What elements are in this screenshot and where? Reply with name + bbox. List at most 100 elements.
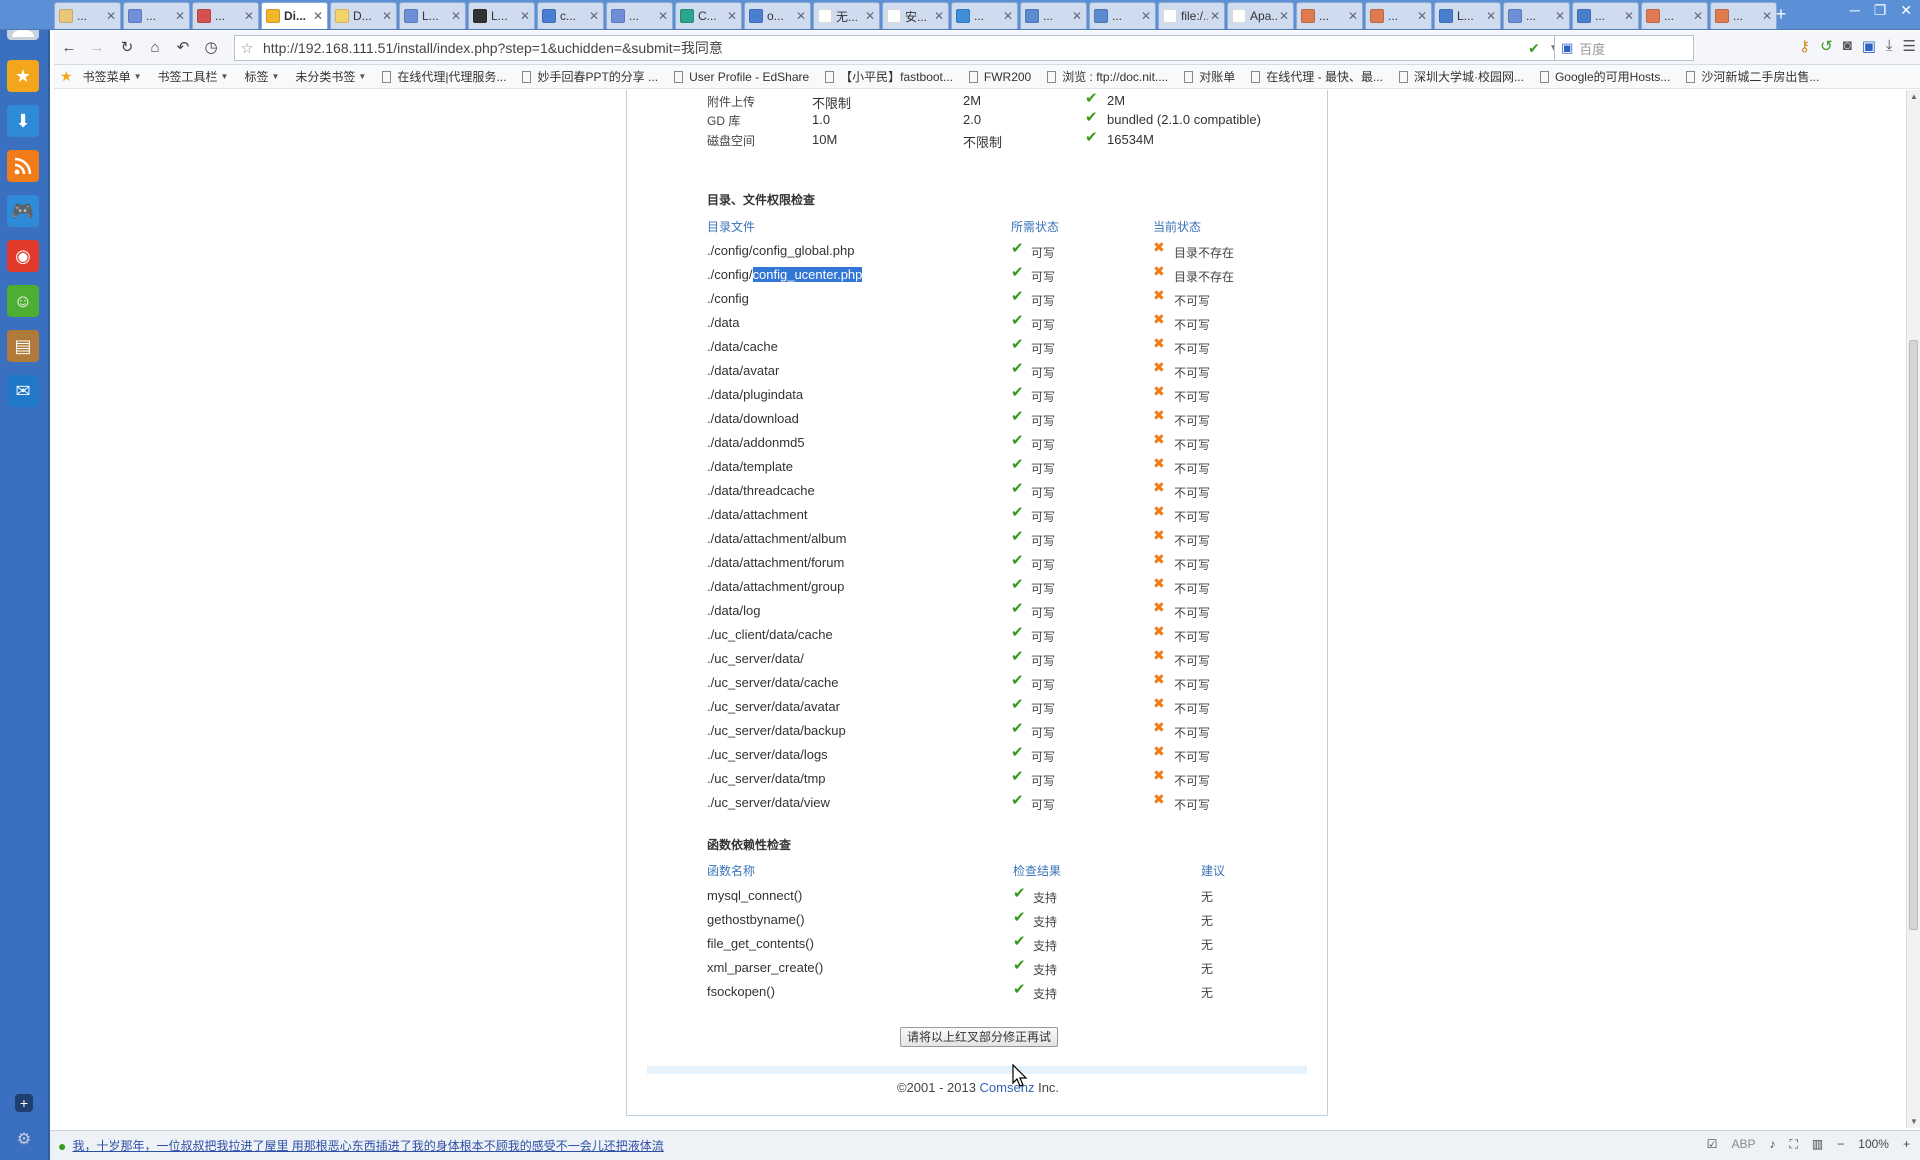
tab[interactable]: L... ✕ [1434, 2, 1501, 29]
scroll-up-icon[interactable]: ▲ [1910, 92, 1918, 101]
tab[interactable]: ... ✕ [54, 2, 121, 29]
tab-close-icon[interactable]: ✕ [589, 9, 599, 23]
menu-icon[interactable]: ☰ [1903, 37, 1916, 55]
tab[interactable]: ... ✕ [1296, 2, 1363, 29]
search-input[interactable]: ▣ 百度 [1554, 35, 1694, 61]
tab-close-icon[interactable]: ✕ [1348, 9, 1358, 23]
bookmark-item[interactable]: 对账单 [1184, 68, 1235, 85]
tab-close-icon[interactable]: ✕ [244, 9, 254, 23]
download-tool-icon[interactable]: ⤓ [1886, 37, 1893, 55]
bookmarks-star-icon[interactable]: ★ [60, 68, 73, 85]
retry-button[interactable]: 请将以上红叉部分修正再试 [900, 1027, 1058, 1047]
tab[interactable]: file:/...✕ [1158, 2, 1225, 29]
tab[interactable]: Apa...✕ [1227, 2, 1294, 29]
tab[interactable]: ... ✕ [1089, 2, 1156, 29]
bookmark-item[interactable]: 妙手回春PPT的分享 ... [522, 68, 658, 85]
tab-close-icon[interactable]: ✕ [1555, 9, 1565, 23]
tab-close-icon[interactable]: ✕ [1003, 9, 1013, 23]
tab-close-icon[interactable]: ✕ [520, 9, 530, 23]
back-icon[interactable]: ← [58, 37, 80, 59]
tab-close-icon[interactable]: ✕ [175, 9, 185, 23]
tab-close-icon[interactable]: ✕ [865, 9, 875, 23]
volume-icon[interactable]: ♪ [1770, 1137, 1776, 1152]
game-icon[interactable]: 🎮 [7, 195, 39, 227]
favorites-icon[interactable]: ★ [7, 60, 39, 92]
tab-close-icon[interactable]: ✕ [451, 9, 461, 23]
check-icon[interactable]: ☑ [1707, 1137, 1718, 1152]
bookmark-item[interactable]: 深圳大学城·校园网... [1398, 68, 1524, 85]
rss-icon[interactable] [7, 150, 39, 182]
minimize-icon[interactable]: ─ [1850, 2, 1860, 19]
bookmark-star-icon[interactable]: ☆ [235, 40, 259, 57]
bookmark-folder[interactable]: 书签工具栏 ▼ [158, 68, 229, 85]
tab[interactable]: o... ✕ [744, 2, 811, 29]
bookmark-item[interactable]: 沙河新城二手房出售... [1686, 68, 1819, 85]
tab-close-icon[interactable]: ✕ [1624, 9, 1634, 23]
tab[interactable]: c... ✕ [537, 2, 604, 29]
tab-close-icon[interactable]: ✕ [1417, 9, 1427, 23]
layout-icon[interactable]: ▥ [1812, 1137, 1823, 1152]
camera-icon[interactable]: ◙ [1843, 37, 1852, 55]
tab[interactable]: L... ✕ [399, 2, 466, 29]
news-ticker-link[interactable]: 我，十岁那年，一位叔叔把我拉进了屋里 用那根恶心东西插进了我的身体根本不顾我的感… [72, 1137, 663, 1154]
close-icon[interactable]: ✕ [1900, 2, 1912, 19]
tab[interactable]: ... ✕ [123, 2, 190, 29]
tab-close-icon[interactable]: ✕ [1072, 9, 1082, 23]
tab-close-icon[interactable]: ✕ [382, 9, 392, 23]
bookmark-folder[interactable]: 标签 ▼ [244, 68, 279, 85]
tab[interactable]: ... ✕ [1503, 2, 1570, 29]
bookmark-item[interactable]: 在线代理|代理服务... [382, 68, 506, 85]
tab[interactable]: D... ✕ [330, 2, 397, 29]
tab[interactable]: ... ✕ [606, 2, 673, 29]
tab[interactable]: ... ✕ [192, 2, 259, 29]
bookmark-folder[interactable]: 未分类书签 ▼ [295, 68, 366, 85]
tab[interactable]: ... ✕ [1641, 2, 1708, 29]
tab[interactable]: ... ✕ [1020, 2, 1087, 29]
mail-icon[interactable]: ✉ [7, 375, 39, 407]
tab[interactable]: ... ✕ [1710, 2, 1777, 29]
reload-icon[interactable]: ↻ [116, 37, 138, 59]
vertical-scrollbar[interactable]: ▲ ▼ [1906, 90, 1920, 1128]
history-icon[interactable]: ◷ [200, 37, 222, 59]
undo-icon[interactable]: ↶ [172, 37, 194, 59]
url-text[interactable]: http://192.168.111.51/install/index.php?… [259, 38, 1523, 58]
bookmark-item[interactable]: 浏览 : ftp://doc.nit.... [1047, 68, 1168, 85]
bookmark-item[interactable]: FWR200 [968, 70, 1031, 84]
settings-icon[interactable]: ⚙ [15, 1130, 33, 1148]
bookmark-item[interactable]: Google的可用Hosts... [1539, 68, 1670, 85]
weibo-icon[interactable]: ◉ [7, 240, 39, 272]
tab-close-icon[interactable]: ✕ [1279, 9, 1289, 23]
translate-icon[interactable]: ↺ [1820, 37, 1833, 55]
secure-icon[interactable]: ✔ [1523, 40, 1545, 57]
tab[interactable]: ... ✕ [1365, 2, 1432, 29]
tab-close-icon[interactable]: ✕ [1693, 9, 1703, 23]
new-tab-button[interactable]: + [1770, 4, 1792, 25]
bookmark-item[interactable]: 【小平民】fastboot... [825, 68, 953, 85]
tab-close-icon[interactable]: ✕ [796, 9, 806, 23]
bookmark-item[interactable]: User Profile - EdShare [674, 70, 809, 84]
tab[interactable]: 安... ✕ [882, 2, 949, 29]
tab[interactable]: L... ✕ [468, 2, 535, 29]
tab[interactable]: Di... ✕ [261, 2, 328, 29]
tab-close-icon[interactable]: ✕ [1141, 9, 1151, 23]
tab[interactable]: C... ✕ [675, 2, 742, 29]
tab-close-icon[interactable]: ✕ [1210, 9, 1220, 23]
search-engine-icon[interactable]: ▣ [1561, 40, 1573, 56]
tab[interactable]: ... ✕ [951, 2, 1018, 29]
adblock-icon[interactable]: ABP [1732, 1137, 1756, 1152]
screenshot-icon[interactable]: ▣ [1862, 37, 1876, 55]
scroll-down-icon[interactable]: ▼ [1910, 1117, 1918, 1126]
tab-close-icon[interactable]: ✕ [934, 9, 944, 23]
bookmark-folder[interactable]: 书签菜单 ▼ [83, 68, 142, 85]
scrollbar-thumb[interactable] [1909, 340, 1918, 930]
add-icon[interactable]: + [15, 1094, 33, 1112]
zoom-in-icon[interactable]: + [1903, 1137, 1910, 1152]
note-icon[interactable]: ▤ [7, 330, 39, 362]
key-icon[interactable]: ⚷ [1799, 37, 1810, 55]
restore-icon[interactable]: ❐ [1874, 2, 1887, 19]
tab-close-icon[interactable]: ✕ [1486, 9, 1496, 23]
tab[interactable]: 无... ✕ [813, 2, 880, 29]
forward-icon[interactable]: → [86, 37, 108, 59]
zoom-level[interactable]: 100% [1858, 1137, 1889, 1152]
smiley-icon[interactable]: ☺ [7, 285, 39, 317]
